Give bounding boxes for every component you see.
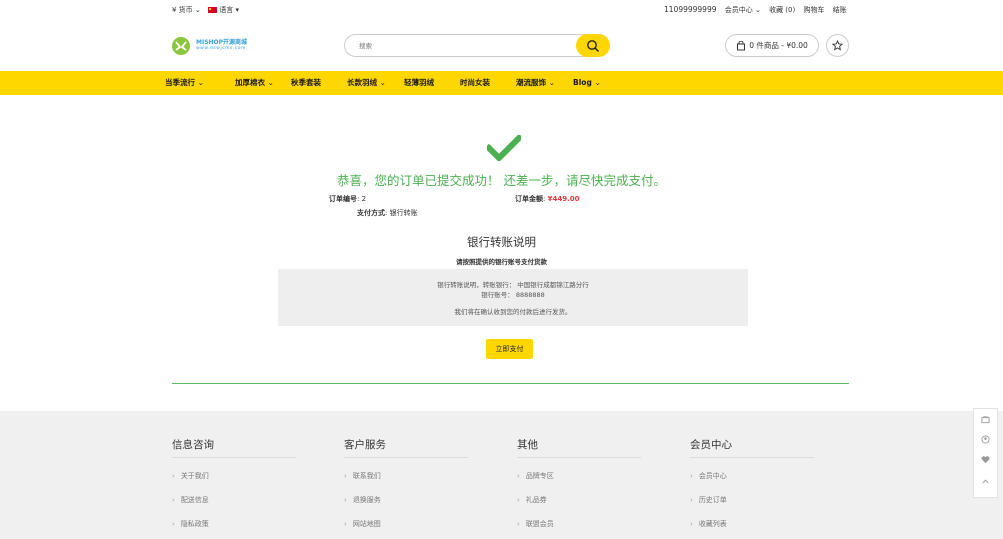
wishlist-button[interactable] — [826, 34, 849, 57]
chevron-down-icon: ⌄ — [594, 78, 601, 87]
order-number: 订单编号: 2 — [329, 195, 367, 203]
chevron-down-icon: ⌄ — [197, 78, 204, 87]
bank-info-box: 银行转账说明，转账银行： 中国银行成都锦江路分行 银行账号： 8888888 我… — [278, 269, 748, 326]
nav-item-light-down[interactable]: 轻薄羽绒 — [404, 71, 434, 95]
payment-method-label: 支付方式 — [357, 209, 385, 217]
search-input[interactable] — [357, 39, 571, 53]
nav-item-seasonal[interactable]: 当季流行 ⌄ — [165, 71, 204, 95]
footer-link-returns[interactable]: › 退换服务 — [344, 495, 381, 505]
order-number-value: 2 — [361, 195, 367, 203]
bank-account-line: 银行账号： 8888888 — [481, 291, 545, 299]
caret-down-icon: ▾ — [235, 6, 239, 14]
nav-item-padded-coats[interactable]: 加厚棉衣 ⌄ — [235, 71, 274, 95]
language-label: 语言 — [219, 6, 234, 14]
checkmark-icon — [484, 133, 524, 165]
phone-number: 11099999999 — [664, 5, 717, 14]
main-nav: 当季流行 ⌄ 加厚棉衣 ⌄ 秋季套装 长款羽绒 ⌄ 轻薄羽绒 时尚女装 潮流服饰… — [0, 71, 1003, 95]
footer-divider — [690, 457, 814, 458]
order-number-label: 订单编号 — [329, 195, 357, 203]
currency-switcher[interactable]: ¥ 货币 ⌄ — [172, 5, 201, 15]
nav-item-blog[interactable]: Blog ⌄ — [573, 71, 601, 95]
divider — [172, 383, 849, 384]
member-center-link[interactable]: 会员中心 ⌄ — [725, 6, 761, 14]
back-to-top-icon[interactable] — [974, 477, 997, 488]
top-links: 11099999999 会员中心 ⌄ 收藏 (0) 购物车 结账 — [664, 5, 847, 15]
cart-icon[interactable] — [974, 415, 997, 426]
footer — [0, 411, 1003, 539]
star-icon — [832, 40, 843, 51]
logo-icon — [172, 37, 190, 55]
pay-now-button[interactable]: 立即支付 — [486, 339, 533, 359]
order-amount-label: 订单金额 — [515, 195, 543, 203]
search-bar — [344, 34, 610, 57]
footer-title-other: 其他 — [517, 439, 538, 451]
footer-link-wishlist[interactable]: › 收藏列表 — [690, 519, 727, 529]
nav-item-trend-apparel[interactable]: 潮流服饰 ⌄ — [516, 71, 555, 95]
china-flag-icon — [208, 7, 217, 13]
top-bar: ¥ 货币 ⌄ 语言 ▾ 11099999999 会员中心 ⌄ 收藏 (0) 购物… — [0, 0, 1003, 20]
payment-method-value: 银行转账 — [389, 209, 418, 217]
footer-link-member-center[interactable]: › 会员中心 — [690, 471, 727, 481]
mini-cart-button[interactable]: 0 件商品 - ¥0.00 — [725, 34, 819, 57]
order-amount-value: ¥449.00 — [547, 195, 580, 203]
cart-summary: 0 件商品 - ¥0.00 — [749, 41, 808, 50]
logo-url: www.dswjcms.com — [196, 46, 246, 51]
order-success-message: 恭喜，您的订单已提交成功！ 还差一步，请尽快完成支付。 — [337, 173, 666, 188]
footer-link-affiliates[interactable]: › 联盟会员 — [517, 519, 554, 529]
favorites-link[interactable]: 收藏 (0) — [769, 6, 795, 14]
footer-divider — [172, 457, 296, 458]
footer-link-brands[interactable]: › 品牌专区 — [517, 471, 554, 481]
footer-divider — [517, 457, 641, 458]
chevron-down-icon: ⌄ — [754, 6, 761, 14]
language-switcher[interactable]: 语言 ▾ — [208, 5, 239, 15]
payment-method: 支付方式: 银行转账 — [357, 209, 418, 217]
footer-divider — [344, 457, 468, 458]
site-logo[interactable]: MISHOP开源商城 www.dswjcms.com — [172, 36, 272, 56]
nav-item-autumn-sets[interactable]: 秋季套装 — [291, 71, 321, 95]
logo-name: MISHOP开源商城 — [196, 39, 248, 46]
currency-label: ¥ 货币 — [172, 6, 193, 14]
footer-link-gift-cards[interactable]: › 礼品券 — [517, 495, 547, 505]
shipping-note: 我们将在确认收到您的付款后进行发货。 — [454, 308, 572, 316]
footer-link-privacy[interactable]: › 隐私政策 — [172, 519, 209, 529]
bank-name-line: 银行转账说明，转账银行： 中国银行成都锦江路分行 — [437, 281, 589, 289]
footer-link-order-history[interactable]: › 历史订单 — [690, 495, 727, 505]
footer-title-member: 会员中心 — [690, 439, 732, 451]
footer-title-info: 信息咨询 — [172, 439, 214, 451]
search-icon — [587, 39, 600, 52]
nav-item-womens-fashion[interactable]: 时尚女装 — [460, 71, 490, 95]
footer-link-about[interactable]: › 关于我们 — [172, 471, 209, 481]
heart-icon[interactable] — [974, 455, 997, 466]
order-amount: 订单金额: ¥449.00 — [515, 195, 580, 203]
bank-transfer-subtitle: 请按照提供的银行账号支付货款 — [456, 258, 547, 266]
nav-item-long-down[interactable]: 长款羽绒 ⌄ — [347, 71, 386, 95]
chevron-down-icon: ⌄ — [267, 78, 274, 87]
side-toolbar — [973, 408, 998, 498]
footer-link-sitemap[interactable]: › 网站地图 — [344, 519, 381, 529]
cart-link[interactable]: 购物车 — [803, 6, 824, 14]
footer-link-contact[interactable]: › 联系我们 — [344, 471, 381, 481]
user-icon[interactable] — [974, 435, 997, 446]
chevron-down-icon: ⌄ — [379, 78, 386, 87]
chevron-down-icon: ⌄ — [194, 6, 201, 14]
chevron-down-icon: ⌄ — [548, 78, 555, 87]
search-button[interactable] — [576, 34, 610, 57]
footer-title-service: 客户服务 — [344, 439, 386, 451]
checkout-link[interactable]: 结账 — [833, 6, 847, 14]
footer-link-delivery[interactable]: › 配送信息 — [172, 495, 209, 505]
shopping-bag-icon — [737, 40, 746, 50]
bank-transfer-title: 银行转账说明 — [467, 235, 536, 249]
